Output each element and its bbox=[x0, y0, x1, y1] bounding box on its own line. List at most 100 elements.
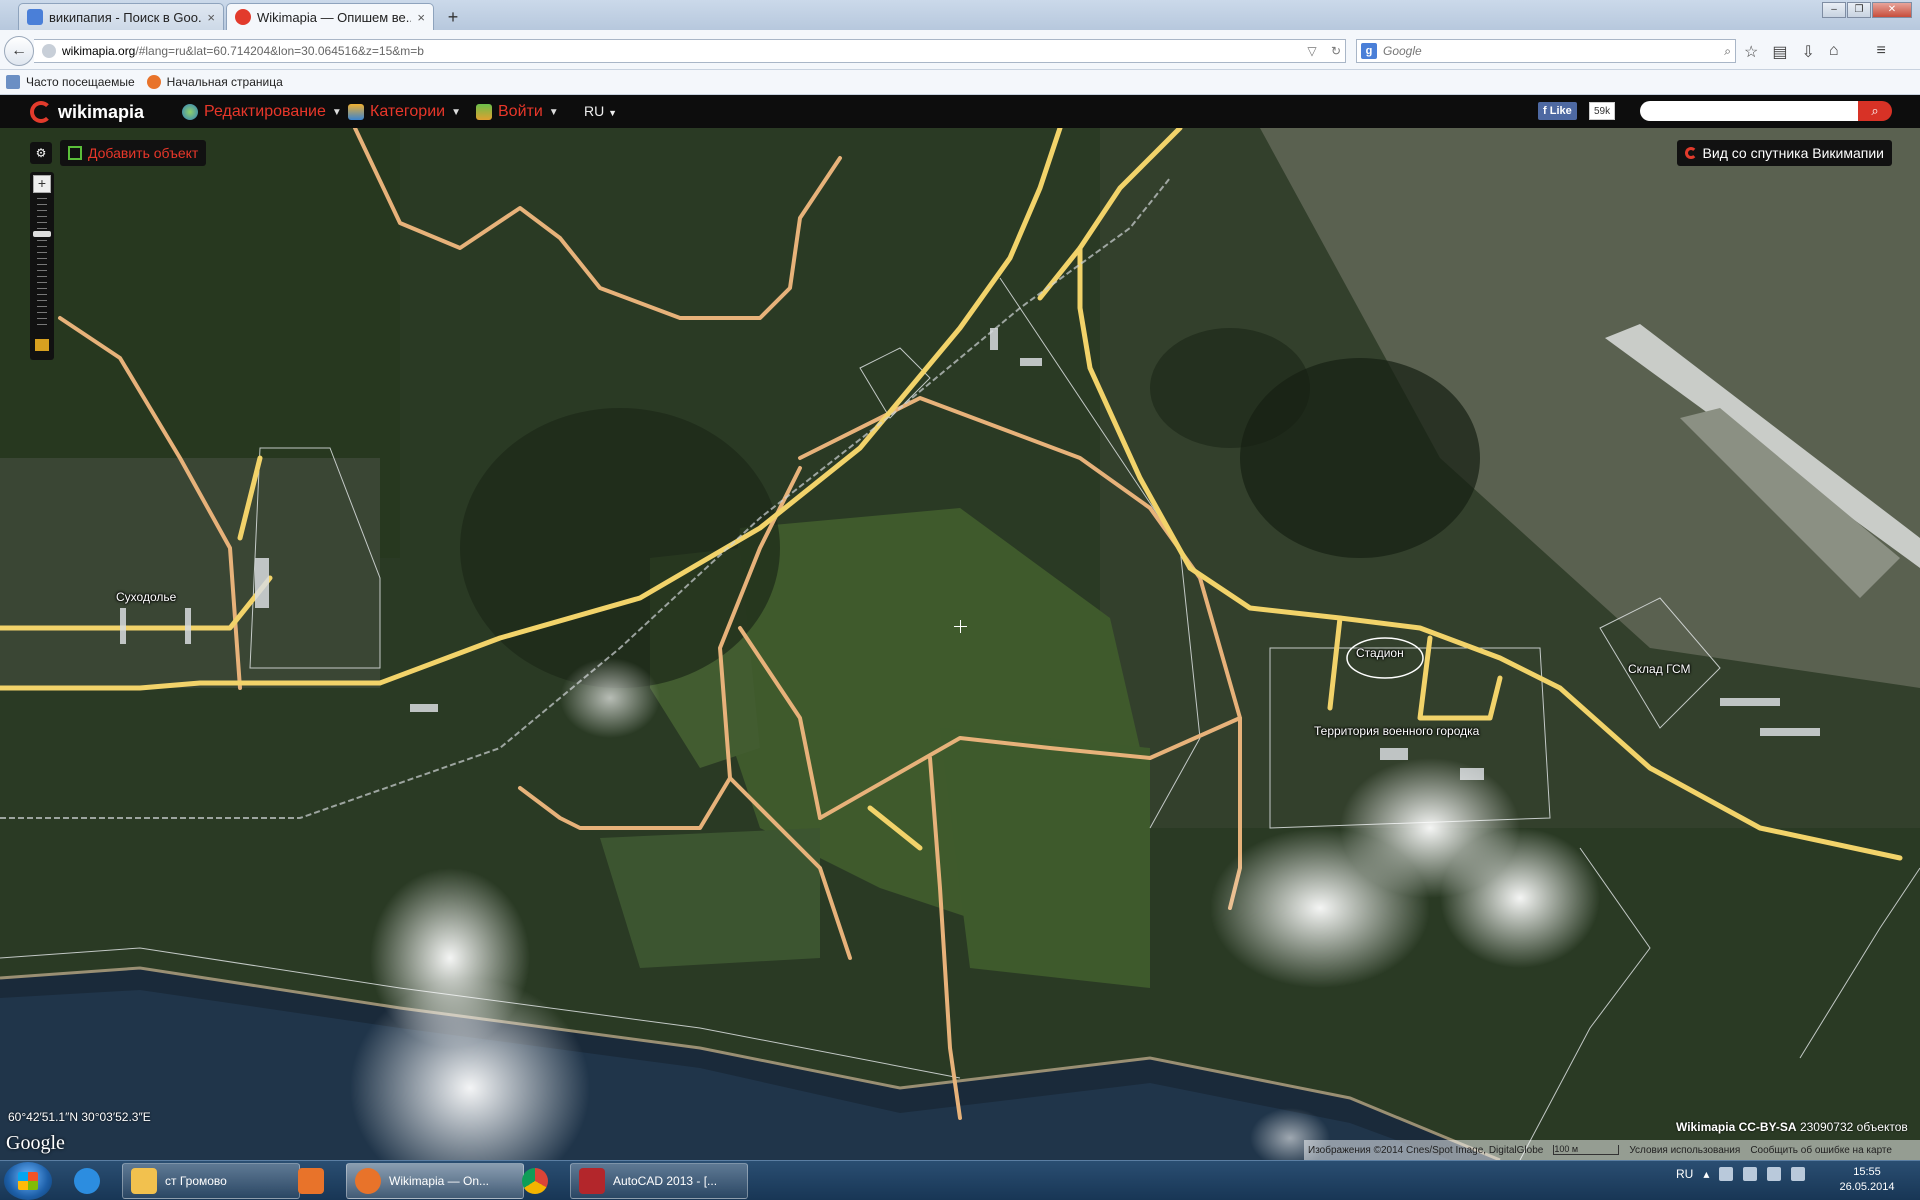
menu-icon[interactable]: ≡ bbox=[1877, 42, 1886, 62]
search-icon: ⌕ bbox=[1871, 103, 1879, 118]
object-count: 23090732 объектов bbox=[1799, 1120, 1908, 1134]
menu-login-label: Войти bbox=[498, 103, 543, 120]
chevron-down-icon: ▼ bbox=[451, 106, 461, 118]
volume-icon[interactable] bbox=[1791, 1167, 1806, 1181]
zoom-slider-track[interactable] bbox=[37, 198, 47, 328]
google-engine-icon[interactable]: g bbox=[1361, 43, 1377, 59]
zoom-control[interactable]: + bbox=[30, 172, 54, 360]
media-player-icon bbox=[298, 1168, 324, 1194]
place-label-sukhodolye[interactable]: Суходолье bbox=[116, 590, 176, 604]
clock-time: 15:55 bbox=[1853, 1166, 1881, 1178]
add-object-icon bbox=[68, 146, 82, 160]
input-language[interactable]: RU bbox=[1676, 1167, 1693, 1181]
url-text[interactable]: wikimapia.org/#lang=ru&lat=60.714204&lon… bbox=[62, 44, 1297, 58]
terms-link[interactable]: Условия использования bbox=[1629, 1145, 1740, 1156]
facebook-like-button[interactable]: f Like bbox=[1538, 102, 1577, 120]
taskbar-label: AutoCAD 2013 - [... bbox=[613, 1174, 718, 1188]
menu-edit-label: Редактирование bbox=[204, 103, 326, 120]
address-bar[interactable]: wikimapia.org/#lang=ru&lat=60.714204&lon… bbox=[34, 39, 1346, 63]
firefox-icon bbox=[146, 75, 161, 89]
minimize-button[interactable]: – bbox=[1822, 2, 1846, 18]
report-error-link[interactable]: Сообщить об ошибке на карте bbox=[1750, 1145, 1892, 1156]
scale-bar: 100 м bbox=[1553, 1145, 1620, 1155]
ie-icon bbox=[74, 1168, 100, 1194]
bookmark-frequent[interactable]: Часто посещаемые bbox=[26, 75, 135, 89]
tab-google-search[interactable]: википапия - Поиск в Goo... × bbox=[18, 3, 224, 30]
chevron-up-icon[interactable]: ▴ bbox=[1703, 1167, 1709, 1181]
menu-login[interactable]: Войти ▼ bbox=[476, 103, 559, 121]
menu-categories[interactable]: Категории ▼ bbox=[348, 103, 461, 121]
satellite-view-button[interactable]: Вид со спутника Викимапии bbox=[1676, 140, 1892, 166]
chevron-down-icon: ▼ bbox=[331, 106, 342, 118]
tab-title: википапия - Поиск в Goo... bbox=[49, 9, 202, 25]
like-count: 59k bbox=[1589, 102, 1616, 120]
folder-icon bbox=[131, 1168, 157, 1194]
clock[interactable]: 15:55 26.05.2014 bbox=[1830, 1165, 1904, 1195]
url-host: wikimapia.org bbox=[62, 44, 136, 58]
flag-icon[interactable] bbox=[1719, 1167, 1734, 1181]
taskbar-label: Wikimapia — On... bbox=[389, 1174, 490, 1188]
place-label-military-town[interactable]: Территория военного городка bbox=[1314, 724, 1479, 738]
clipboard-icon[interactable]: ▤ bbox=[1772, 42, 1787, 62]
taskbar-explorer[interactable]: ст Громово bbox=[122, 1163, 300, 1199]
menu-edit[interactable]: Редактирование ▼ bbox=[182, 103, 342, 121]
menu-categories-label: Категории bbox=[370, 103, 446, 120]
place-label-fuel-depot[interactable]: Склад ГСМ bbox=[1628, 662, 1691, 676]
satellite-map[interactable]: ⚙ Добавить объект + Вид со спутника Вики… bbox=[0, 128, 1920, 1160]
place-label-stadium[interactable]: Стадион bbox=[1356, 646, 1404, 660]
firefox-icon bbox=[355, 1168, 381, 1194]
new-tab-button[interactable]: + bbox=[440, 6, 466, 28]
star-icon[interactable]: ☆ bbox=[1744, 42, 1758, 62]
zoom-out-button[interactable] bbox=[35, 339, 49, 351]
language-selector[interactable]: RU ▼ bbox=[584, 103, 617, 119]
wikimapia-logo-icon bbox=[30, 101, 52, 123]
home-icon[interactable]: ⌂ bbox=[1829, 42, 1839, 62]
license-text[interactable]: Wikimapia CC-BY-SA bbox=[1676, 1120, 1797, 1134]
taskbar-firefox[interactable]: Wikimapia — On... bbox=[346, 1163, 524, 1199]
search-icon[interactable]: ⌕ bbox=[1724, 44, 1731, 59]
network-icon[interactable] bbox=[1767, 1167, 1782, 1181]
zoom-in-button[interactable]: + bbox=[33, 175, 51, 193]
maximize-button[interactable]: ❐ bbox=[1847, 2, 1871, 18]
search-bar[interactable]: g Google ⌕ bbox=[1356, 39, 1736, 63]
download-icon[interactable]: ⇩ bbox=[1801, 42, 1814, 62]
taskbar-ie[interactable] bbox=[60, 1163, 114, 1199]
bookmark-start-page[interactable]: Начальная страница bbox=[167, 75, 283, 89]
reload-icon[interactable]: ↻ bbox=[1327, 44, 1345, 58]
facebook-icon: f bbox=[1543, 105, 1547, 117]
taskbar-autocad[interactable]: AutoCAD 2013 - [... bbox=[570, 1163, 748, 1199]
add-object-label: Добавить объект bbox=[88, 145, 199, 161]
site-identity-icon[interactable] bbox=[42, 44, 56, 58]
map-center-crosshair bbox=[954, 620, 967, 633]
back-button[interactable]: ← bbox=[4, 36, 34, 66]
tab-wikimapia[interactable]: Wikimapia — Опишем ве... × bbox=[226, 3, 434, 30]
window-controls: – ❐ ✕ bbox=[1822, 2, 1912, 18]
add-object-button[interactable]: Добавить объект bbox=[60, 140, 207, 166]
chevron-down-icon: ▼ bbox=[548, 106, 559, 118]
clock-date: 26.05.2014 bbox=[1839, 1181, 1895, 1193]
map-imagery bbox=[0, 128, 1920, 1160]
taskbar-media-player[interactable] bbox=[284, 1163, 338, 1199]
google-logo[interactable]: Google bbox=[6, 1132, 65, 1155]
close-tab-icon[interactable]: × bbox=[207, 10, 215, 25]
close-window-button[interactable]: ✕ bbox=[1872, 2, 1912, 18]
map-settings-icon[interactable]: ⚙ bbox=[30, 142, 52, 164]
search-button[interactable]: ⌕ bbox=[1858, 101, 1892, 121]
url-path: /#lang=ru&lat=60.714204&lon=30.064516&z=… bbox=[135, 44, 424, 58]
wikimapia-logo[interactable]: wikimapia bbox=[30, 101, 144, 123]
taskbar-label: ст Громово bbox=[165, 1174, 227, 1188]
dropdown-icon[interactable]: ▽ bbox=[1303, 44, 1321, 58]
search-placeholder[interactable]: Google bbox=[1383, 44, 1718, 58]
bookmarks-bar: Часто посещаемые Начальная страница bbox=[0, 70, 1920, 95]
taskbar-chrome[interactable] bbox=[508, 1163, 562, 1199]
start-button[interactable] bbox=[4, 1162, 52, 1200]
language-label: RU bbox=[584, 103, 605, 119]
close-tab-icon[interactable]: × bbox=[417, 10, 425, 25]
device-icon[interactable] bbox=[1743, 1167, 1758, 1181]
wikimapia-search-input[interactable] bbox=[1640, 101, 1858, 121]
browser-titlebar: википапия - Поиск в Goo... × Wikimapia —… bbox=[0, 0, 1920, 30]
zoom-slider-handle[interactable] bbox=[33, 230, 51, 237]
tab-title: Wikimapia — Опишем ве... bbox=[257, 9, 412, 25]
list-icon bbox=[348, 104, 364, 120]
google-favicon-icon bbox=[27, 9, 43, 25]
